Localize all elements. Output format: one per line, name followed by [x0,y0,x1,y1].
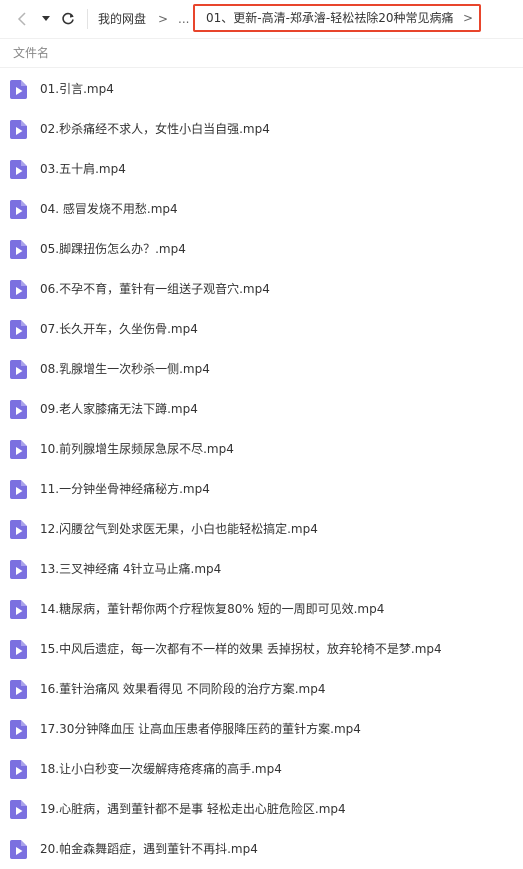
file-name[interactable]: 16.董针治痛风 效果看得见 不同阶段的治疗方案.mp4 [40,681,325,697]
list-header: 文件名 [0,38,523,68]
video-file-icon [10,560,27,579]
file-name[interactable]: 18.让小白秒变一次缓解痔疮疼痛的高手.mp4 [40,761,282,777]
file-name[interactable]: 04. 感冒发烧不用愁.mp4 [40,201,178,217]
breadcrumb-home[interactable]: 我的网盘 [98,10,146,28]
file-name[interactable]: 09.老人家膝痛无法下蹲.mp4 [40,401,198,417]
video-file-icon [10,320,27,339]
breadcrumb-separator: > [463,11,474,25]
video-file-icon [10,440,27,459]
video-file-icon [10,80,27,99]
caret-down-icon[interactable] [38,8,54,30]
video-file-icon [10,720,27,739]
video-file-icon [10,200,27,219]
file-list: 01.引言.mp4 02.秒杀痛经不求人，女性小白当自强.mp4 03.五十肩.mp… [0,69,523,869]
file-row[interactable]: 01.引言.mp4 [0,69,523,109]
file-row[interactable]: 14.糖尿病，董针帮你两个疗程恢复80% 短的一周即可见效.mp4 [0,589,523,629]
toolbar: 我的网盘 > ... 01、更新-高清-郑承濬-轻松祛除20种常见病痛 > [0,0,523,38]
file-row[interactable]: 20.帕金森舞蹈症，遇到董针不再抖.mp4 [0,829,523,869]
video-file-icon [10,680,27,699]
file-row[interactable]: 17.30分钟降血压 让高血压患者停服降压药的董针方案.mp4 [0,709,523,749]
file-name[interactable]: 15.中风后遗症，每一次都有不一样的效果 丢掉拐杖，放弃轮椅不是梦.mp4 [40,641,442,657]
file-name[interactable]: 05.脚踝扭伤怎么办？.mp4 [40,241,186,257]
video-file-icon [10,120,27,139]
toolbar-divider [87,9,88,29]
file-name[interactable]: 19.心脏病，遇到董针都不是事 轻松走出心脏危险区.mp4 [40,801,346,817]
file-row[interactable]: 07.长久开车，久坐伤骨.mp4 [0,309,523,349]
file-name[interactable]: 06.不孕不育，董针有一组送子观音穴.mp4 [40,281,270,297]
column-header-filename[interactable]: 文件名 [13,45,49,61]
breadcrumb-current-highlight: 01、更新-高清-郑承濬-轻松祛除20种常见病痛 > [193,4,481,32]
video-file-icon [10,760,27,779]
video-file-icon [10,840,27,859]
chevron-left-icon[interactable] [12,8,32,30]
file-name[interactable]: 12.闪腰岔气到处求医无果，小白也能轻松搞定.mp4 [40,521,318,537]
file-name[interactable]: 13.三叉神经痛 4针立马止痛.mp4 [40,561,221,577]
file-row[interactable]: 04. 感冒发烧不用愁.mp4 [0,189,523,229]
video-file-icon [10,520,27,539]
video-file-icon [10,160,27,179]
file-row[interactable]: 15.中风后遗症，每一次都有不一样的效果 丢掉拐杖，放弃轮椅不是梦.mp4 [0,629,523,669]
video-file-icon [10,280,27,299]
file-row[interactable]: 08.乳腺增生一次秒杀一侧.mp4 [0,349,523,389]
file-row[interactable]: 03.五十肩.mp4 [0,149,523,189]
refresh-icon[interactable] [58,8,78,30]
file-name[interactable]: 01.引言.mp4 [40,81,114,97]
breadcrumb-separator: > [158,12,169,26]
file-name[interactable]: 11.一分钟坐骨神经痛秘方.mp4 [40,481,210,497]
file-name[interactable]: 14.糖尿病，董针帮你两个疗程恢复80% 短的一周即可见效.mp4 [40,601,384,617]
file-name[interactable]: 08.乳腺增生一次秒杀一侧.mp4 [40,361,210,377]
file-row[interactable]: 16.董针治痛风 效果看得见 不同阶段的治疗方案.mp4 [0,669,523,709]
video-file-icon [10,360,27,379]
video-file-icon [10,800,27,819]
file-row[interactable]: 02.秒杀痛经不求人，女性小白当自强.mp4 [0,109,523,149]
file-name[interactable]: 02.秒杀痛经不求人，女性小白当自强.mp4 [40,121,270,137]
file-name[interactable]: 20.帕金森舞蹈症，遇到董针不再抖.mp4 [40,841,258,857]
file-row[interactable]: 12.闪腰岔气到处求医无果，小白也能轻松搞定.mp4 [0,509,523,549]
video-file-icon [10,480,27,499]
video-file-icon [10,600,27,619]
file-row[interactable]: 18.让小白秒变一次缓解痔疮疼痛的高手.mp4 [0,749,523,789]
file-name[interactable]: 03.五十肩.mp4 [40,161,126,177]
file-name[interactable]: 10.前列腺增生尿频尿急尿不尽.mp4 [40,441,234,457]
file-row[interactable]: 09.老人家膝痛无法下蹲.mp4 [0,389,523,429]
breadcrumb-current[interactable]: 01、更新-高清-郑承濬-轻松祛除20种常见病痛 [206,9,454,27]
video-file-icon [10,400,27,419]
video-file-icon [10,240,27,259]
file-row[interactable]: 10.前列腺增生尿频尿急尿不尽.mp4 [0,429,523,469]
video-file-icon [10,640,27,659]
file-row[interactable]: 06.不孕不育，董针有一组送子观音穴.mp4 [0,269,523,309]
file-row[interactable]: 13.三叉神经痛 4针立马止痛.mp4 [0,549,523,589]
file-name[interactable]: 17.30分钟降血压 让高血压患者停服降压药的董针方案.mp4 [40,721,361,737]
breadcrumb-ellipsis[interactable]: ... [178,10,189,28]
file-row[interactable]: 11.一分钟坐骨神经痛秘方.mp4 [0,469,523,509]
file-row[interactable]: 05.脚踝扭伤怎么办？.mp4 [0,229,523,269]
file-name[interactable]: 07.长久开车，久坐伤骨.mp4 [40,321,198,337]
file-row[interactable]: 19.心脏病，遇到董针都不是事 轻松走出心脏危险区.mp4 [0,789,523,829]
